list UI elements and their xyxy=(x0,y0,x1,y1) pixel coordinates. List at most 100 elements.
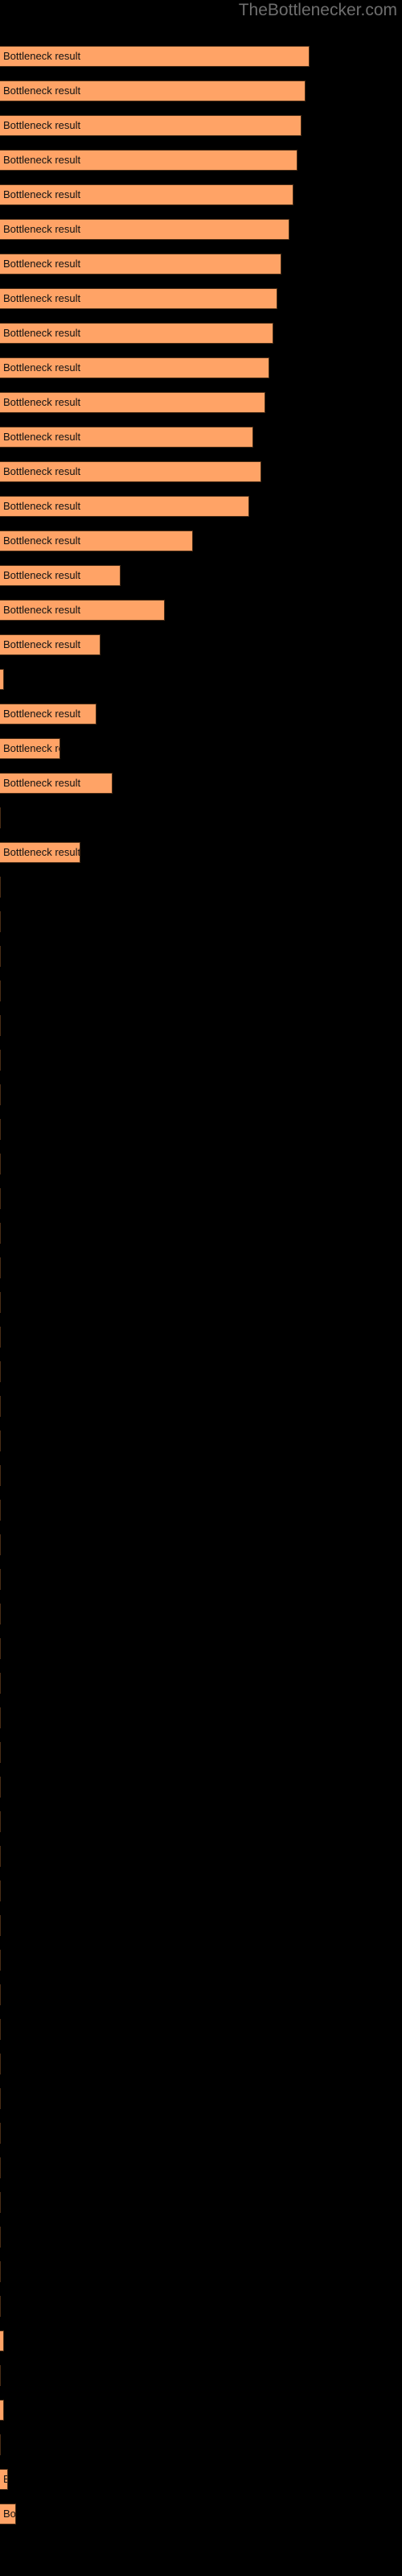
bar-row: Bottleneck result xyxy=(0,911,402,932)
chart-bar: Bottleneck result xyxy=(0,1777,1,1798)
bar-label: Bottleneck result xyxy=(3,742,59,754)
chart-bar: Bottleneck result xyxy=(0,669,4,690)
bar-label: Bottleneck result xyxy=(3,361,81,374)
bar-label: Bottleneck result xyxy=(3,604,81,616)
bar-row: Bottleneck result xyxy=(0,1500,402,1521)
bar-row: Bottleneck result xyxy=(0,807,402,828)
bar-label: Bottleneck result xyxy=(3,431,81,443)
bar-row: Bottleneck result xyxy=(0,842,402,863)
bar-row: Bottleneck result xyxy=(0,1050,402,1071)
chart-bar: Bottleneck result xyxy=(0,496,249,517)
chart-bar: Bottleneck result xyxy=(0,1846,1,1867)
chart-bar: Bottleneck result xyxy=(0,288,277,309)
chart-bar: Bottleneck result xyxy=(0,2227,1,2248)
chart-bar: Bottleneck result xyxy=(0,2088,1,2109)
bar-row: Bottleneck result xyxy=(0,1361,402,1382)
bar-row: Bottleneck result xyxy=(0,254,402,275)
chart-bar: Bottleneck result xyxy=(0,2330,4,2351)
bar-row: Bottleneck result xyxy=(0,1880,402,1901)
bar-row: Bottleneck result xyxy=(0,1950,402,1971)
chart-bar: Bottleneck result xyxy=(0,1154,1,1174)
chart-bar: Bottleneck result xyxy=(0,323,273,344)
bar-row: Bottleneck result xyxy=(0,1084,402,1105)
bar-row: Bottleneck result xyxy=(0,1777,402,1798)
bar-row: Bottleneck result xyxy=(0,600,402,621)
chart-bar: Bottleneck result xyxy=(0,842,80,863)
bar-row: Bottleneck result xyxy=(0,2434,402,2455)
bar-label: Bottleneck result xyxy=(3,638,81,650)
chart-bar: Bottleneck result xyxy=(0,2400,4,2421)
chart-bar: Bottleneck result xyxy=(0,254,281,275)
bar-row: Bottleneck result xyxy=(0,323,402,344)
bar-row: Bottleneck result xyxy=(0,1673,402,1694)
chart-bar: Bottleneck result xyxy=(0,911,1,932)
bar-row: Bottleneck result xyxy=(0,1846,402,1867)
chart-bar: Bottleneck result xyxy=(0,461,261,482)
bar-row: Bottleneck result xyxy=(0,496,402,517)
bar-row: Bottleneck result xyxy=(0,184,402,205)
bar-row: Bottleneck result xyxy=(0,2365,402,2386)
chart-bar: Bottleneck result xyxy=(0,1327,1,1348)
bar-row: Bottleneck result xyxy=(0,669,402,690)
chart-bar: Bottleneck result xyxy=(0,1188,1,1209)
bar-label: Bottleneck result xyxy=(3,500,81,512)
chart-bar: Bottleneck result xyxy=(0,2296,1,2317)
bar-label: Bottleneck result xyxy=(3,569,81,581)
bar-row: Bottleneck result xyxy=(0,2504,402,2524)
bar-label: Bottleneck result xyxy=(3,258,81,270)
bar-row: Bottleneck result xyxy=(0,2330,402,2351)
chart-bar: Bottleneck result xyxy=(0,1050,1,1071)
chart-bar: Bottleneck result xyxy=(0,219,289,240)
bar-label: Bottleneck result xyxy=(3,2335,4,2347)
bar-row: Bottleneck result xyxy=(0,2157,402,2178)
bar-row: Bottleneck result xyxy=(0,461,402,482)
chart-bar: Bottleneck result xyxy=(0,1257,1,1278)
bar-row: Bottleneck result xyxy=(0,1119,402,1140)
bar-row: Bottleneck result xyxy=(0,1707,402,1728)
bar-label: Bottleneck result xyxy=(3,223,81,235)
chart-bar: Bottleneck result xyxy=(0,1292,1,1313)
chart-bar: Bottleneck result xyxy=(0,1500,1,1521)
bar-row: Bottleneck result xyxy=(0,1430,402,1451)
bar-label: Bottleneck result xyxy=(3,846,80,858)
bar-row: Bottleneck result xyxy=(0,2054,402,2074)
bar-row: Bottleneck result xyxy=(0,2261,402,2282)
chart-bar: Bottleneck result xyxy=(0,115,302,136)
bar-row: Bottleneck result xyxy=(0,1569,402,1590)
bar-row: Bottleneck result xyxy=(0,1742,402,1763)
bar-label: Bottleneck result xyxy=(3,674,4,685)
chart-bar: Bottleneck result xyxy=(0,634,100,655)
bar-row: Bottleneck result xyxy=(0,1534,402,1555)
chart-bar: Bottleneck result xyxy=(0,1084,1,1105)
bar-row: Bottleneck result xyxy=(0,2123,402,2144)
chart-bar: Bottleneck result xyxy=(0,738,60,759)
chart-bar: Bottleneck result xyxy=(0,1534,1,1555)
bar-row: Bottleneck result xyxy=(0,1154,402,1174)
chart-bar: Bottleneck result xyxy=(0,1950,1,1971)
bar-label: Bottleneck result xyxy=(3,535,81,547)
bar-row: Bottleneck result xyxy=(0,219,402,240)
bar-row: Bottleneck result xyxy=(0,2192,402,2213)
chart-bar: Bottleneck result xyxy=(0,1569,1,1590)
bar-row: Bottleneck result xyxy=(0,1015,402,1036)
chart-bar: Bottleneck result xyxy=(0,1119,1,1140)
chart-bar: Bottleneck result xyxy=(0,600,165,621)
bar-label: Bottleneck result xyxy=(3,2405,4,2416)
bar-row: Bottleneck result xyxy=(0,1257,402,1278)
bar-label: Bottleneck result xyxy=(3,2474,7,2485)
bar-row: Bottleneck result xyxy=(0,704,402,724)
chart-bar: Bottleneck result xyxy=(0,150,297,171)
chart-bar: Bottleneck result xyxy=(0,1915,1,1936)
bar-row: Bottleneck result xyxy=(0,1327,402,1348)
bar-row: Bottleneck result xyxy=(0,1915,402,1936)
bar-row: Bottleneck result xyxy=(0,2469,402,2490)
bar-row: Bottleneck result xyxy=(0,530,402,551)
bar-row: Bottleneck result xyxy=(0,2296,402,2317)
chart-bar: Bottleneck result xyxy=(0,1223,1,1244)
chart-bar: Bottleneck result xyxy=(0,46,310,67)
chart-bar: Bottleneck result xyxy=(0,1396,1,1417)
chart-bar: Bottleneck result xyxy=(0,1604,1,1624)
chart-bar: Bottleneck result xyxy=(0,807,1,828)
bar-row: Bottleneck result xyxy=(0,1984,402,2005)
bar-row: Bottleneck result xyxy=(0,46,402,67)
